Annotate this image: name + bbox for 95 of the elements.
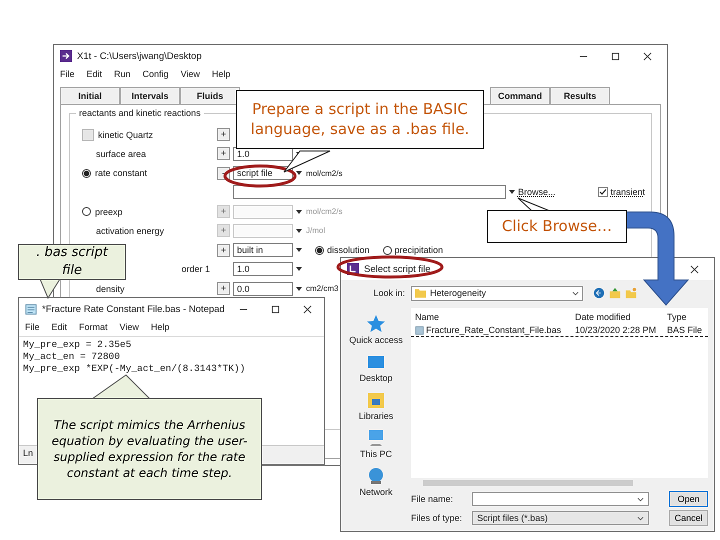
radio-button[interactable] bbox=[82, 168, 91, 178]
close-button[interactable] bbox=[690, 264, 699, 274]
dropdown-caret-icon[interactable] bbox=[296, 208, 302, 215]
plus-button[interactable]: + bbox=[217, 244, 230, 257]
menu-item[interactable]: View bbox=[180, 69, 200, 79]
column-header[interactable]: Date modified bbox=[571, 308, 663, 324]
field-label: rate constant bbox=[95, 168, 148, 178]
folder-icon[interactable] bbox=[366, 390, 386, 410]
place-label[interactable]: This PC bbox=[360, 449, 392, 459]
menu-item[interactable]: Format bbox=[79, 322, 108, 332]
window-title: *Fracture Rate Constant File.bas - Notepad bbox=[42, 304, 225, 314]
field-label: preexp bbox=[95, 206, 123, 217]
tab[interactable]: Results bbox=[550, 87, 610, 104]
unit-label: cm2/cm3 bbox=[306, 284, 338, 294]
place-label[interactable]: Desktop bbox=[359, 373, 393, 383]
group-title: reactants and kinetic reactions bbox=[76, 108, 204, 118]
script-path-field[interactable] bbox=[232, 185, 506, 200]
dropdown-caret-icon[interactable] bbox=[508, 189, 515, 196]
maximize-button[interactable] bbox=[270, 304, 280, 314]
dropdown-caret-icon[interactable] bbox=[296, 266, 302, 272]
file-name-label: File name: bbox=[411, 494, 454, 504]
file-type-dropdown[interactable]: Script files (*.bas) bbox=[472, 511, 650, 525]
file-name: Fracture_Rate_Constant_File.bas bbox=[426, 325, 562, 335]
field-label: order 1 bbox=[181, 264, 211, 274]
file-type-label: Files of type: bbox=[411, 513, 464, 523]
tab[interactable]: Initial bbox=[60, 87, 120, 104]
dropdown-caret-icon[interactable] bbox=[296, 286, 302, 292]
menu-item[interactable]: Edit bbox=[52, 322, 68, 332]
radio-label: dissolution bbox=[327, 245, 370, 256]
look-in-label: Look in: bbox=[372, 288, 405, 298]
radio-button[interactable] bbox=[315, 246, 324, 255]
plus-button[interactable]: + bbox=[217, 282, 230, 296]
menu-item[interactable]: Edit bbox=[86, 69, 102, 79]
menu-item[interactable]: File bbox=[60, 69, 75, 79]
field-label: activation energy bbox=[95, 226, 164, 236]
chevron-down-icon[interactable] bbox=[572, 290, 579, 296]
app-icon bbox=[60, 50, 72, 62]
column-header[interactable]: Type bbox=[663, 308, 708, 324]
menu-item[interactable]: File bbox=[25, 322, 40, 332]
tab[interactable]: Fluids bbox=[180, 87, 240, 104]
file-type: BAS File bbox=[666, 324, 704, 336]
plus-button[interactable]: + bbox=[217, 128, 230, 142]
browse-link[interactable]: Browse... bbox=[518, 187, 556, 198]
up-folder-icon[interactable] bbox=[609, 287, 621, 299]
file-icon bbox=[415, 326, 424, 334]
notepad-icon bbox=[25, 303, 37, 315]
chevron-down-icon[interactable] bbox=[637, 516, 644, 520]
field-label: density bbox=[95, 284, 125, 294]
menu-item[interactable]: Run bbox=[114, 69, 131, 79]
radio-button[interactable] bbox=[382, 246, 392, 255]
close-button[interactable] bbox=[643, 52, 652, 60]
window-title: X1t - C:\Users\jwang\Desktop bbox=[77, 50, 203, 62]
input-field[interactable]: 1.0 bbox=[233, 262, 293, 276]
maximize-button[interactable] bbox=[611, 52, 620, 60]
back-icon[interactable] bbox=[593, 287, 605, 299]
place-label[interactable]: Network bbox=[359, 487, 392, 497]
unit-label: mol/cm2/s bbox=[306, 168, 342, 178]
place-label[interactable]: Libraries bbox=[358, 411, 394, 421]
cancel-button[interactable]: Cancel bbox=[669, 510, 708, 526]
star-icon[interactable] bbox=[366, 314, 386, 334]
dropdown-caret-icon[interactable] bbox=[296, 170, 302, 176]
dropdown-caret-icon[interactable] bbox=[296, 228, 302, 234]
column-header[interactable]: Name bbox=[411, 308, 571, 324]
folder-icon bbox=[415, 288, 426, 298]
menu-item[interactable]: Config bbox=[142, 69, 169, 79]
dialog-title: Select script file bbox=[364, 264, 432, 274]
input-field[interactable]: 0.0 bbox=[233, 282, 293, 296]
place-label[interactable]: Quick access bbox=[349, 335, 403, 345]
tab[interactable]: Command bbox=[490, 87, 550, 104]
menu-item[interactable]: Help bbox=[150, 322, 170, 332]
checkbox[interactable] bbox=[598, 187, 608, 198]
file-name-field[interactable] bbox=[472, 492, 650, 506]
status-text: Ln bbox=[23, 448, 34, 458]
code-line: My_pre_exp *EXP(-My_act_en/(8.3143*TK)) bbox=[23, 363, 246, 375]
checkbox-label[interactable]: transient bbox=[610, 187, 645, 198]
radio-label: precipitation bbox=[394, 245, 444, 256]
chevron-down-icon[interactable] bbox=[637, 496, 644, 502]
open-button[interactable]: Open bbox=[669, 491, 708, 507]
close-button[interactable] bbox=[302, 304, 312, 314]
unit-label: mol/cm2/s bbox=[306, 207, 342, 216]
code-line: My_pre_exp = 2.35e5 bbox=[23, 339, 132, 351]
reactant-label: kinetic Quartz bbox=[98, 130, 154, 140]
look-in-dropdown[interactable]: Heterogeneity bbox=[411, 286, 583, 300]
plus-button[interactable]: + bbox=[217, 147, 230, 160]
field-label: surface area bbox=[95, 148, 146, 159]
file-row[interactable]: Fracture_Rate_Constant_File.bas 10/23/2020 2:28 PM BAS File bbox=[411, 324, 708, 337]
checkbox[interactable] bbox=[82, 128, 94, 141]
input-field[interactable]: built in bbox=[233, 243, 293, 258]
tab[interactable]: Intervals bbox=[120, 87, 180, 104]
code-line: My_act_en = 72800 bbox=[23, 351, 121, 363]
menu-item[interactable]: View bbox=[120, 322, 139, 332]
dropdown-caret-icon[interactable] bbox=[296, 247, 302, 254]
file-date: 10/23/2020 2:28 PM bbox=[574, 324, 658, 336]
menu-item[interactable]: Help bbox=[212, 69, 230, 79]
unit-label: J/mol bbox=[306, 226, 326, 236]
